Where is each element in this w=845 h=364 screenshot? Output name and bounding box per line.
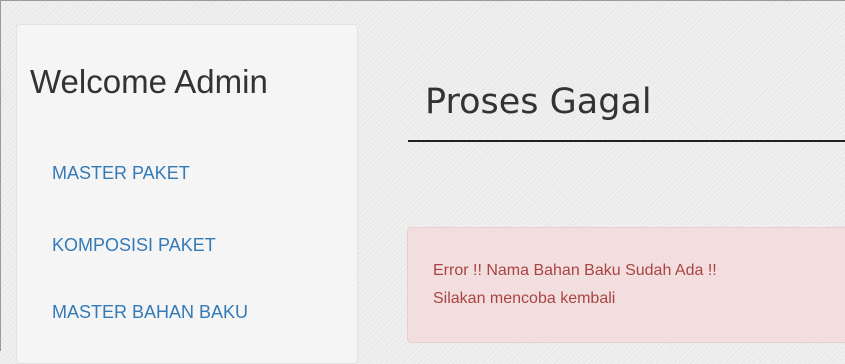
error-alert bbox=[407, 227, 845, 343]
title-divider bbox=[408, 140, 845, 142]
sidebar-item-master-paket[interactable]: MASTER PAKET bbox=[52, 161, 262, 186]
retry-message: Silakan mencoba kembali bbox=[433, 290, 616, 307]
error-message: Error !! Nama Bahan Baku Sudah Ada !! bbox=[433, 262, 717, 279]
sidebar-item-master-bahan-baku[interactable]: MASTER BAHAN BAKU bbox=[52, 300, 262, 325]
page-title: Proses Gagal bbox=[425, 82, 652, 122]
sidebar-item-komposisi-paket[interactable]: KOMPOSISI PAKET bbox=[52, 233, 262, 258]
welcome-heading: Welcome Admin bbox=[30, 63, 268, 100]
